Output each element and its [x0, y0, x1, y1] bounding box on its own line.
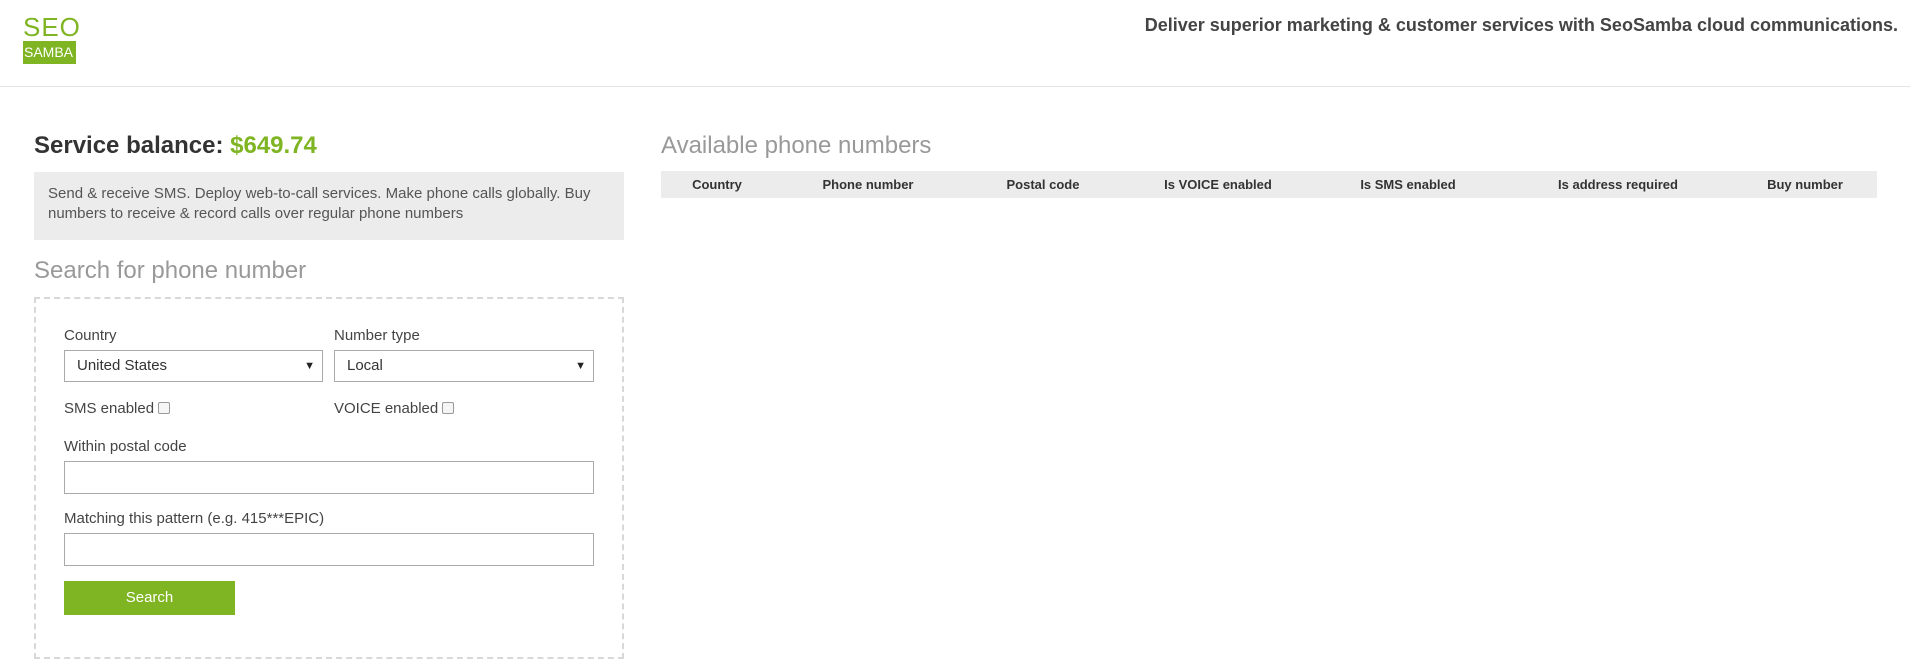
sms-enabled-label: SMS enabled: [64, 400, 155, 417]
sms-enabled-checkbox[interactable]: [158, 402, 171, 415]
voice-enabled-checkbox[interactable]: [442, 402, 455, 415]
column-header-voice-enabled[interactable]: Is VOICE enabled: [1123, 171, 1313, 198]
caret-down-icon: ▼: [575, 360, 586, 372]
results-table-header: Country Phone number Postal code Is VOIC…: [661, 171, 1877, 198]
sms-enabled-field: SMS enabled: [64, 400, 171, 417]
column-header-postal-code[interactable]: Postal code: [963, 171, 1123, 198]
column-header-phone-number[interactable]: Phone number: [773, 171, 963, 198]
country-label: Country: [64, 327, 117, 344]
number-type-label: Number type: [334, 327, 420, 344]
voice-enabled-field: VOICE enabled: [334, 400, 455, 417]
postal-code-label: Within postal code: [64, 438, 187, 455]
column-header-address-required[interactable]: Is address required: [1503, 171, 1733, 198]
service-balance: Service balance: $649.74: [34, 128, 624, 164]
search-button[interactable]: Search: [64, 581, 235, 615]
pattern-input[interactable]: [64, 533, 594, 566]
logo-top-text: SEO: [23, 12, 81, 42]
header-tagline: Deliver superior marketing & customer se…: [1144, 15, 1898, 35]
page-header: SEO SAMBA Deliver superior marketing & c…: [0, 0, 1910, 87]
column-header-country[interactable]: Country: [661, 171, 773, 198]
seosamba-logo[interactable]: SEO SAMBA: [23, 12, 81, 64]
search-title: Search for phone number: [34, 257, 307, 284]
number-type-select-value: Local: [347, 357, 383, 374]
pattern-label: Matching this pattern (e.g. 415***EPIC): [64, 510, 325, 527]
column-header-sms-enabled[interactable]: Is SMS enabled: [1313, 171, 1503, 198]
available-numbers-title: Available phone numbers: [661, 132, 932, 159]
number-type-select[interactable]: Local ▼: [334, 350, 594, 382]
results-panel: Available phone numbers Country Phone nu…: [661, 128, 1877, 198]
postal-code-input[interactable]: [64, 461, 594, 494]
balance-value: $649.74: [230, 132, 317, 159]
country-select-value: United States: [77, 357, 168, 374]
service-description: Send & receive SMS. Deploy web-to-call s…: [34, 172, 624, 240]
search-form: Country United States ▼ Number type Loca…: [34, 297, 624, 659]
balance-label: Service balance:: [34, 132, 231, 159]
voice-enabled-label: VOICE enabled: [334, 400, 439, 417]
column-header-buy-number[interactable]: Buy number: [1733, 171, 1877, 198]
caret-down-icon: ▼: [304, 360, 315, 372]
logo-bottom-text: SAMBA: [23, 41, 76, 64]
country-select[interactable]: United States ▼: [64, 350, 323, 382]
search-panel: Service balance: $649.74 Send & receive …: [34, 128, 624, 659]
